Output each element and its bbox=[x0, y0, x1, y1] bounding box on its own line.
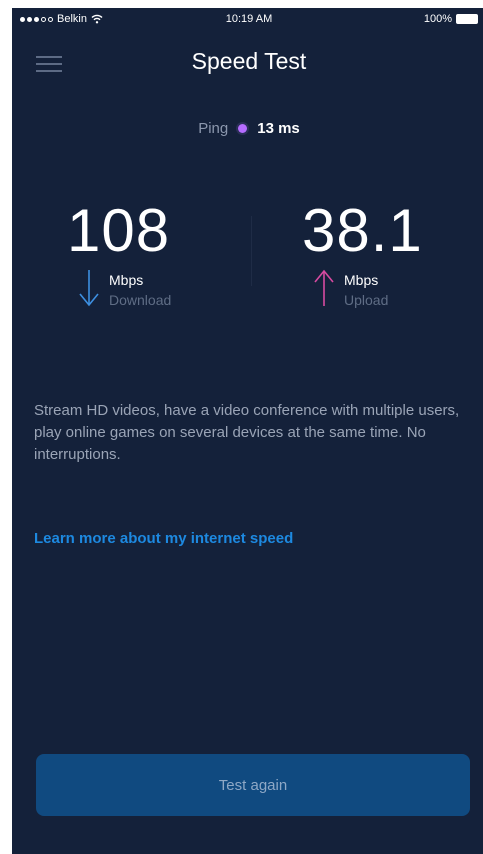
battery-percent: 100% bbox=[423, 13, 452, 25]
battery-icon bbox=[456, 14, 478, 24]
learn-more-link[interactable]: Learn more about my internet speed bbox=[34, 530, 293, 547]
phone-screen: Belkin 10:19 AM 100% Speed Test Ping 13 … bbox=[12, 8, 483, 854]
speed-description: Stream HD videos, have a video conferenc… bbox=[34, 402, 460, 463]
ping-label: Ping bbox=[198, 120, 229, 137]
ping-value: 13 ms bbox=[257, 120, 300, 137]
ping-row: Ping 13 ms bbox=[12, 120, 483, 137]
upload-label: Upload bbox=[344, 292, 389, 308]
page-title: Speed Test bbox=[191, 48, 307, 74]
download-label: Download bbox=[109, 292, 172, 308]
upload-value: 38.1 bbox=[302, 197, 423, 264]
upload-speed: 38.1 Mbps Upload bbox=[302, 200, 483, 314]
status-right: 100% bbox=[424, 13, 478, 25]
speed-divider bbox=[251, 216, 252, 286]
download-value: 108 bbox=[67, 197, 171, 264]
upload-unit: Mbps bbox=[344, 272, 379, 288]
status-bar: Belkin 10:19 AM 100% bbox=[12, 8, 483, 30]
upload-meta: Mbps Upload bbox=[302, 268, 483, 314]
download-speed: 108 Mbps Download bbox=[67, 200, 257, 314]
test-again-button[interactable]: Test again bbox=[36, 754, 470, 816]
ping-indicator-icon bbox=[238, 124, 248, 133]
arrow-down-icon bbox=[79, 270, 99, 307]
status-time: 10:19 AM bbox=[225, 13, 273, 25]
download-meta: Mbps Download bbox=[67, 268, 257, 314]
arrow-up-icon bbox=[314, 269, 334, 306]
download-unit: Mbps bbox=[109, 272, 144, 288]
